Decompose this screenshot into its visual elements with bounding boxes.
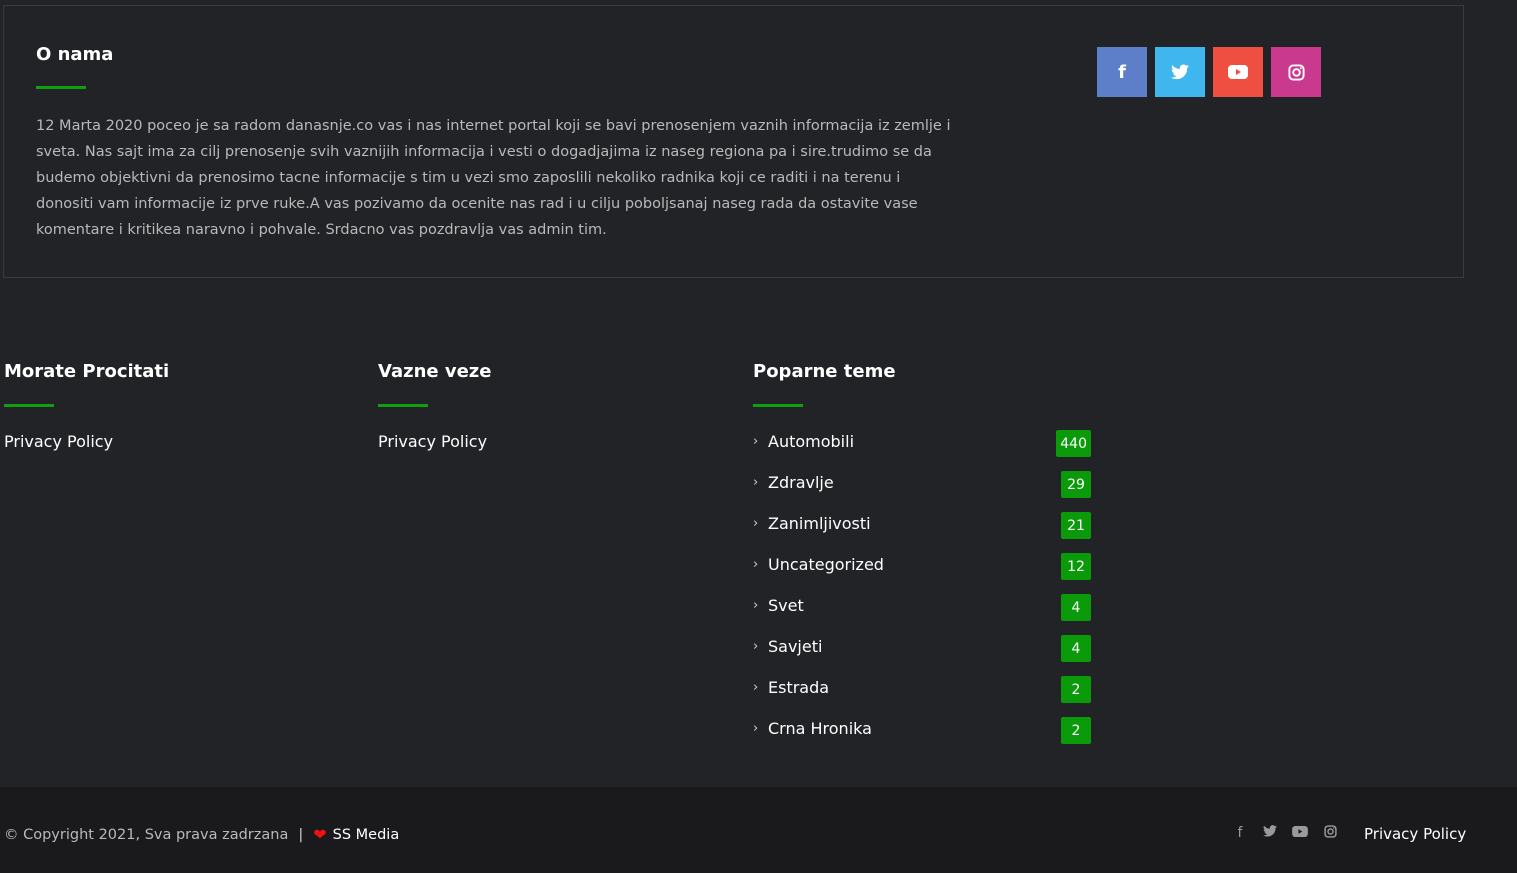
category-item[interactable]: › Automobili 440 bbox=[753, 427, 1091, 468]
category-item[interactable]: › Zdravlje 29 bbox=[753, 468, 1091, 509]
heart-icon: ❤ bbox=[313, 825, 327, 844]
category-list: › Automobili 440 › Zdravlje 29 › Zanimljivost… bbox=[753, 427, 1091, 755]
category-count: 4 bbox=[1061, 635, 1091, 662]
youtube-button[interactable] bbox=[1213, 47, 1263, 97]
instagram-icon bbox=[1287, 63, 1305, 81]
footer-bar: © Copyright 2021, Sva prava zadrzana | ❤… bbox=[0, 787, 1517, 873]
about-text: 12 Marta 2020 poceo je sa radom danasnje… bbox=[36, 118, 951, 238]
copyright-text: © Copyright 2021, Sva prava zadrzana bbox=[4, 826, 289, 843]
facebook-icon: f bbox=[1118, 61, 1126, 83]
category-item[interactable]: › Estrada 2 bbox=[753, 673, 1091, 714]
facebook-button[interactable]: f bbox=[1097, 47, 1147, 97]
chevron-right-icon: › bbox=[753, 557, 759, 572]
footer-social-icons: f bbox=[1232, 825, 1338, 842]
category-count: 29 bbox=[1061, 471, 1091, 498]
must-read-title: Morate Procitati bbox=[4, 361, 170, 382]
chevron-right-icon: › bbox=[753, 475, 759, 490]
chevron-right-icon: › bbox=[753, 721, 759, 736]
chevron-right-icon: › bbox=[753, 639, 759, 654]
brand-link[interactable]: SS Media bbox=[333, 827, 400, 843]
category-name[interactable]: Zanimljivosti bbox=[768, 514, 871, 533]
popular-topics-title: Poparne teme bbox=[753, 361, 896, 382]
category-count: 12 bbox=[1061, 553, 1091, 580]
title-underline bbox=[36, 86, 86, 89]
category-name[interactable]: Automobili bbox=[768, 432, 854, 451]
twitter-icon[interactable] bbox=[1262, 825, 1278, 842]
must-read-privacy-link[interactable]: Privacy Policy bbox=[4, 432, 113, 451]
category-item[interactable]: › Svet 4 bbox=[753, 591, 1091, 632]
about-section: O nama 12 Marta 2020 poceo je sa radom d… bbox=[3, 5, 1464, 278]
category-name[interactable]: Crna Hronika bbox=[768, 719, 872, 738]
chevron-right-icon: › bbox=[753, 680, 759, 695]
chevron-right-icon: › bbox=[753, 598, 759, 613]
chevron-right-icon: › bbox=[753, 434, 759, 449]
social-buttons: f bbox=[1097, 47, 1321, 97]
youtube-icon bbox=[1228, 65, 1248, 79]
category-name[interactable]: Estrada bbox=[768, 678, 829, 697]
twitter-button[interactable] bbox=[1155, 47, 1205, 97]
instagram-button[interactable] bbox=[1271, 47, 1321, 97]
about-title: O nama bbox=[36, 44, 114, 65]
category-name[interactable]: Savjeti bbox=[768, 637, 822, 656]
popular-topics-underline bbox=[753, 404, 803, 407]
separator: | bbox=[298, 826, 304, 843]
category-item[interactable]: › Uncategorized 12 bbox=[753, 550, 1091, 591]
category-count: 2 bbox=[1061, 717, 1091, 744]
copyright: © Copyright 2021, Sva prava zadrzana | ❤… bbox=[4, 825, 399, 844]
category-item[interactable]: › Savjeti 4 bbox=[753, 632, 1091, 673]
chevron-right-icon: › bbox=[753, 516, 759, 531]
youtube-icon[interactable] bbox=[1292, 825, 1308, 842]
category-count: 21 bbox=[1061, 512, 1091, 539]
twitter-icon bbox=[1171, 64, 1189, 80]
instagram-icon[interactable] bbox=[1322, 825, 1338, 842]
facebook-icon[interactable]: f bbox=[1232, 825, 1248, 842]
important-links-title: Vazne veze bbox=[378, 361, 492, 382]
category-count: 2 bbox=[1061, 676, 1091, 703]
important-privacy-link[interactable]: Privacy Policy bbox=[378, 432, 487, 451]
category-name[interactable]: Svet bbox=[768, 596, 804, 615]
footer-privacy-link[interactable]: Privacy Policy bbox=[1364, 825, 1466, 843]
important-links-underline bbox=[378, 404, 428, 407]
must-read-underline bbox=[4, 404, 54, 407]
category-item[interactable]: › Crna Hronika 2 bbox=[753, 714, 1091, 755]
category-name[interactable]: Uncategorized bbox=[768, 555, 884, 574]
category-name[interactable]: Zdravlje bbox=[768, 473, 834, 492]
category-count: 4 bbox=[1061, 594, 1091, 621]
category-item[interactable]: › Zanimljivosti 21 bbox=[753, 509, 1091, 550]
category-count: 440 bbox=[1056, 430, 1091, 457]
